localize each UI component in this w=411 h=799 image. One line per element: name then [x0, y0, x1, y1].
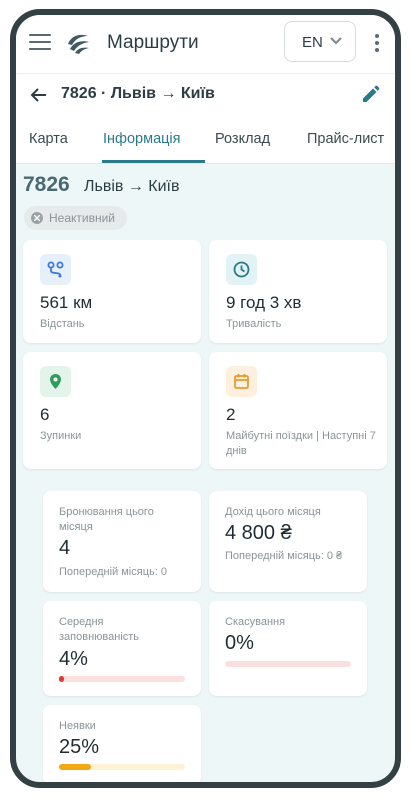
- chevron-down-icon: [330, 37, 342, 45]
- tab-info[interactable]: Інформація: [103, 131, 181, 147]
- app-title: Маршрути: [107, 32, 199, 53]
- stops-value: 6: [40, 405, 50, 424]
- cancellations-progress-bar: [225, 661, 351, 667]
- top-app-bar: Маршрути EN: [16, 15, 395, 73]
- back-arrow-icon[interactable]: [29, 85, 49, 105]
- tab-price-list[interactable]: Прайс-лист: [307, 131, 384, 147]
- edit-pencil-icon[interactable]: [360, 85, 380, 105]
- route-icon: [40, 254, 71, 285]
- duration-value: 9 год 3 хв: [226, 293, 302, 312]
- bookings-value: 4: [59, 537, 71, 559]
- bookings-card: Бронювання цього місяця 4 Попередній міс…: [43, 491, 201, 592]
- tab-map[interactable]: Карта: [29, 131, 68, 147]
- language-code: EN: [302, 34, 323, 51]
- no-shows-label: Неявки: [59, 720, 96, 732]
- distance-label: Відстань: [40, 318, 85, 330]
- occupancy-progress-bar: [59, 676, 185, 682]
- distance-value: 561 км: [40, 293, 93, 312]
- no-shows-progress-bar: [59, 764, 185, 770]
- revenue-value: 4 800 ₴: [225, 522, 292, 544]
- cancellations-card: Скасування 0%: [209, 601, 367, 696]
- route-header-title: 7826 · Львів → Київ: [61, 85, 215, 102]
- status-badge: Неактивний: [24, 206, 127, 230]
- tab-schedule[interactable]: Розклад: [215, 131, 270, 147]
- language-selector[interactable]: EN: [284, 21, 356, 62]
- occupancy-progress-fill: [59, 676, 65, 682]
- more-options-icon[interactable]: [375, 34, 381, 54]
- menu-icon[interactable]: [29, 34, 51, 52]
- distance-card: 561 км Відстань: [23, 240, 201, 343]
- route-number: 7826: [23, 173, 70, 196]
- bookings-previous: Попередній місяць: 0: [59, 566, 167, 578]
- upcoming-trips-value: 2: [226, 405, 236, 424]
- duration-label: Тривалість: [226, 318, 282, 330]
- inactive-status-icon: [31, 212, 43, 224]
- upcoming-trips-card: 2 Майбутні поїздки | Наступні 7 днів: [209, 352, 387, 469]
- location-pin-icon: [40, 366, 71, 397]
- route-cities: Львів → Київ: [84, 178, 180, 195]
- no-shows-value: 25%: [59, 736, 100, 758]
- revenue-label: Дохід цього місяця: [225, 506, 321, 518]
- upcoming-trips-label: Майбутні поїздки | Наступні 7 днів: [226, 430, 376, 457]
- stops-card: 6 Зупинки: [23, 352, 201, 469]
- calendar-icon: [226, 366, 257, 397]
- duration-card: 9 год 3 хв Тривалість: [209, 240, 387, 343]
- cancellations-value: 0%: [225, 632, 254, 654]
- occupancy-value: 4%: [59, 648, 88, 670]
- no-shows-progress-fill: [59, 764, 91, 770]
- no-shows-card: Неявки 25%: [43, 705, 201, 782]
- active-tab-indicator: [102, 160, 205, 163]
- cancellations-label: Скасування: [225, 616, 286, 628]
- route-header: 7826 · Львів → Київ: [16, 73, 395, 117]
- occupancy-label: Середня заповнюваність: [59, 616, 140, 643]
- revenue-previous: Попередній місяць: 0 ₴: [225, 550, 343, 562]
- occupancy-card: Середня заповнюваність 4%: [43, 601, 201, 696]
- stops-label: Зупинки: [40, 430, 82, 442]
- status-text: Неактивний: [49, 211, 116, 225]
- clock-icon: [226, 254, 257, 285]
- app-logo: [65, 30, 91, 56]
- bookings-label: Бронювання цього місяця: [59, 506, 154, 533]
- tab-bar: Карта Інформація Розклад Прайс-лист: [16, 116, 395, 164]
- device-frame: Маршрути EN 7826 · Львів → Київ Карта Ін…: [10, 9, 401, 788]
- revenue-card: Дохід цього місяця 4 800 ₴ Попередній мі…: [209, 491, 367, 592]
